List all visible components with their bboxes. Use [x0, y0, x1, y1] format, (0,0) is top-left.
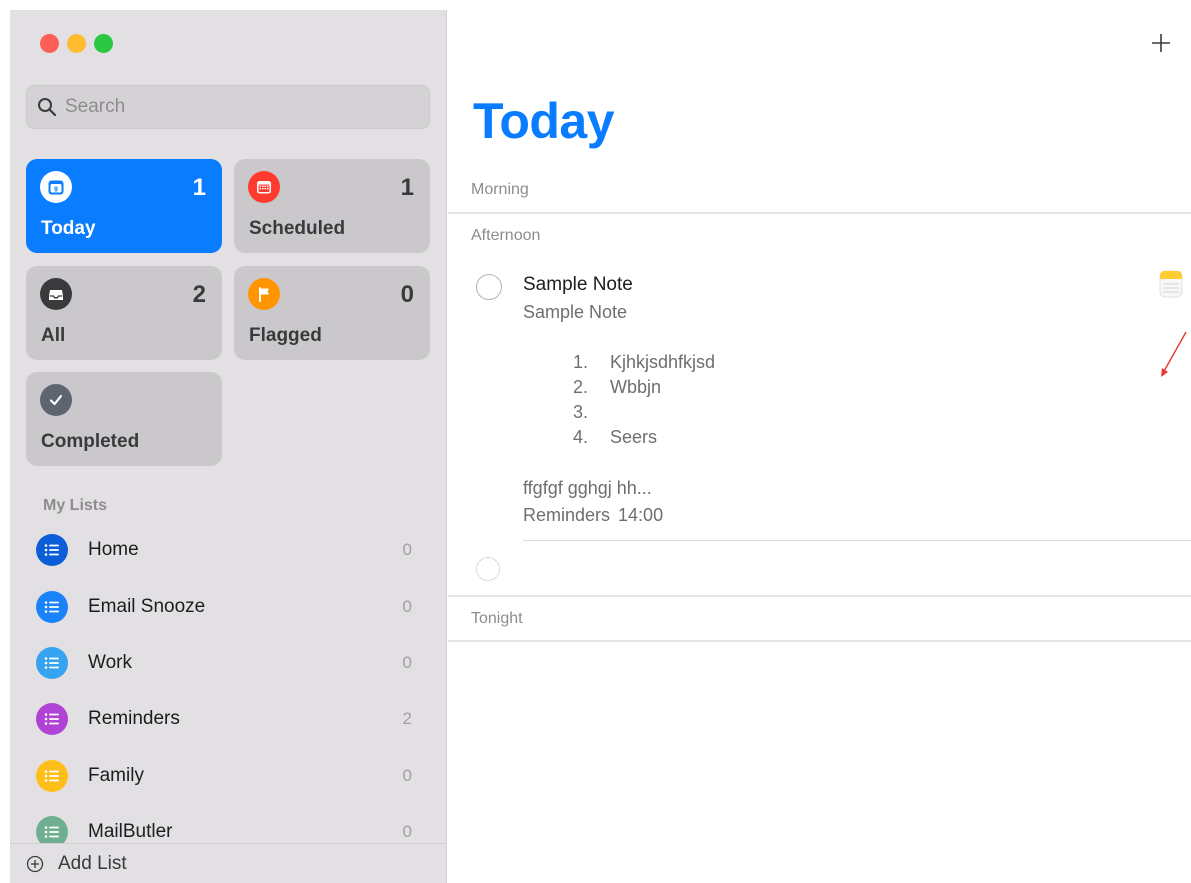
- list-name: Home: [88, 539, 139, 560]
- smart-list-label: Scheduled: [249, 218, 346, 239]
- smart-list-count: 0: [400, 281, 414, 308]
- list-item-work[interactable]: Work 0: [36, 643, 426, 683]
- section-afternoon: Afternoon: [471, 227, 541, 244]
- section-tonight: Tonight: [471, 610, 523, 627]
- reminder-checkbox[interactable]: [476, 274, 502, 300]
- list-number: 3.: [572, 402, 588, 422]
- list-item-reminders[interactable]: Reminders 2: [36, 699, 426, 739]
- add-reminder-button[interactable]: [1148, 30, 1174, 56]
- smart-list-flagged[interactable]: 0 Flagged: [234, 266, 430, 360]
- list-icon: [36, 760, 68, 792]
- list-item-home[interactable]: Home 0: [36, 530, 426, 570]
- page-title: Today: [473, 93, 615, 149]
- smart-list-label: Completed: [41, 431, 140, 452]
- list-item: 3.: [566, 402, 715, 427]
- calendar-icon: [248, 171, 280, 203]
- smart-list-count: 1: [192, 174, 206, 201]
- reminder-note: Sample Note: [523, 302, 628, 322]
- list-item-email-snooze[interactable]: Email Snooze 0: [36, 587, 426, 627]
- notes-app-icon[interactable]: [1159, 270, 1183, 298]
- list-item-family[interactable]: Family 0: [36, 756, 426, 796]
- smart-list-completed[interactable]: Completed: [26, 372, 222, 466]
- main-pane: Today Morning Afternoon Sample Note Samp…: [448, 0, 1191, 883]
- list-item: 4. Seers: [566, 427, 715, 452]
- close-window-button[interactable]: [40, 34, 59, 53]
- list-icon: [36, 591, 68, 623]
- reminder-list-name: Reminders: [523, 505, 611, 525]
- zoom-window-button[interactable]: [94, 34, 113, 53]
- list-icon: [36, 703, 68, 735]
- reminder-note-list: 1. Kjhkjsdhfkjsd 2. Wbbjn 3. 4. Seers: [566, 352, 715, 452]
- smart-list-scheduled[interactable]: 1 Scheduled: [234, 159, 430, 253]
- divider: [448, 640, 1191, 642]
- checkmark-icon: [40, 384, 72, 416]
- list-count: 2: [402, 709, 412, 728]
- reminder-note-more: ffgfgf gghgj hh...: [523, 478, 652, 498]
- sidebar: 9 1 Today 1 Scheduled 2: [10, 10, 447, 883]
- add-list-label: Add List: [58, 852, 127, 874]
- calendar-today-icon: 9: [40, 171, 72, 203]
- reminder-meta: Reminders 14:00: [523, 505, 663, 526]
- reminder-title[interactable]: Sample Note: [523, 274, 633, 296]
- list-icon: [36, 534, 68, 566]
- list-text: Wbbjn: [610, 377, 662, 397]
- divider: [448, 595, 1191, 597]
- smart-list-count: 2: [192, 281, 206, 308]
- new-reminder-checkbox[interactable]: [476, 557, 500, 581]
- section-morning: Morning: [471, 181, 529, 198]
- add-list-button[interactable]: Add List: [10, 843, 446, 883]
- smart-list-count: 1: [400, 174, 414, 201]
- list-name: MailButler: [88, 821, 173, 842]
- list-count: 0: [402, 822, 412, 841]
- list-name: Family: [88, 765, 144, 786]
- plus-circle-icon: [26, 855, 44, 872]
- window-controls: [40, 34, 113, 53]
- smart-list-today[interactable]: 9 1 Today: [26, 159, 222, 253]
- reminder-time: 14:00: [618, 505, 664, 525]
- search-field[interactable]: [26, 85, 430, 129]
- list-count: 0: [402, 766, 412, 785]
- list-name: Work: [88, 652, 132, 673]
- list-count: 0: [402, 653, 412, 672]
- list-number: 2.: [572, 377, 588, 397]
- list-item: 2. Wbbjn: [566, 377, 715, 402]
- list-number: 4.: [572, 427, 588, 447]
- minimize-window-button[interactable]: [67, 34, 86, 53]
- svg-text:9: 9: [54, 186, 58, 193]
- annotation-arrow-icon: [1161, 331, 1187, 377]
- list-text: Kjhkjsdhfkjsd: [610, 352, 716, 372]
- flag-icon: [248, 278, 280, 310]
- list-number: 1.: [572, 352, 588, 372]
- list-count: 0: [402, 597, 412, 616]
- list-icon: [36, 647, 68, 679]
- search-icon: [38, 98, 57, 117]
- smart-list-label: All: [41, 325, 66, 346]
- divider: [448, 212, 1191, 214]
- list-name: Reminders: [88, 708, 180, 729]
- smart-list-label: Today: [41, 218, 96, 239]
- smart-list-all[interactable]: 2 All: [26, 266, 222, 360]
- list-item: 1. Kjhkjsdhfkjsd: [566, 352, 715, 377]
- list-name: Email Snooze: [88, 596, 206, 617]
- divider: [523, 540, 1191, 541]
- search-input[interactable]: [65, 96, 405, 118]
- my-lists-heading: My Lists: [43, 497, 108, 514]
- list-text: Seers: [610, 427, 658, 447]
- smart-list-label: Flagged: [249, 325, 322, 346]
- list-count: 0: [402, 540, 412, 559]
- tray-icon: [40, 278, 72, 310]
